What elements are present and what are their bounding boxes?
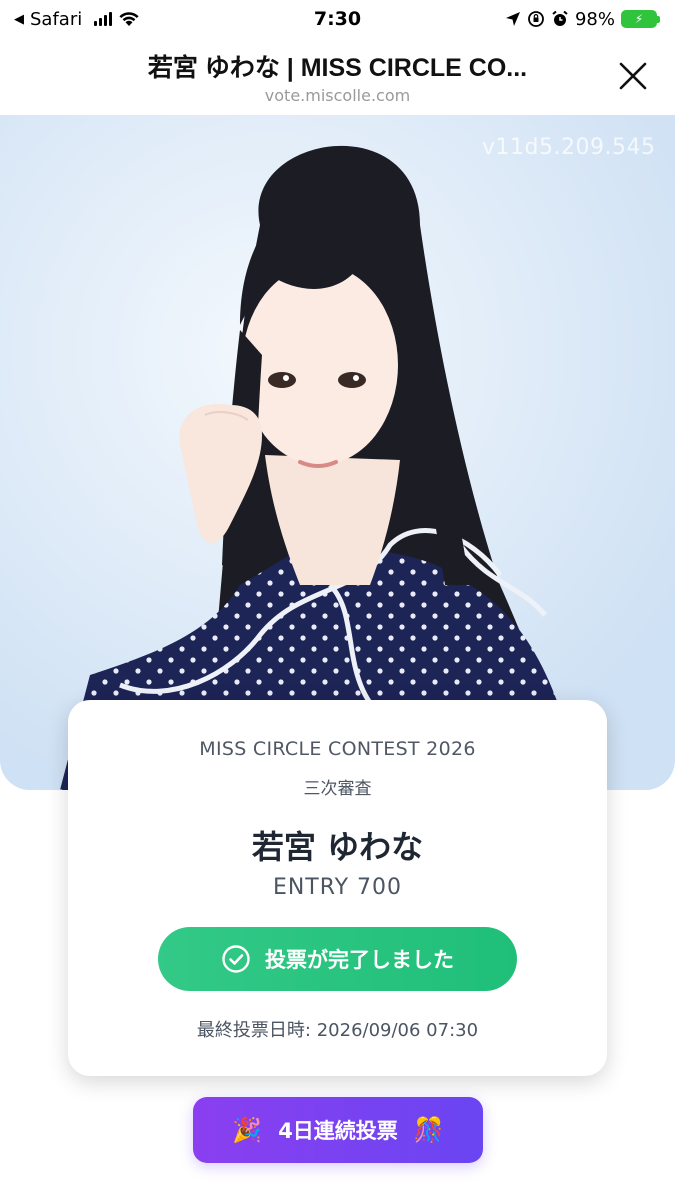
consecutive-vote-label: 4日連続投票 [278,1119,398,1143]
candidate-photo: v11d5.209.545 v11d5.209.545 [0,115,675,790]
page-url: vote.miscolle.com [264,86,411,105]
status-bar: ◀ Safari 7:30 98% ⚡ [0,0,675,38]
watermark-top: v11d5.209.545 [482,135,656,160]
location-arrow-icon [505,12,520,26]
confetti-ball-icon: 🎊 [413,1116,444,1144]
vote-completed-button[interactable]: 投票が完了しました [158,927,517,991]
alarm-icon [552,10,568,26]
candidate-info-card: MISS CIRCLE CONTEST 2026 三次審査 若宮 ゆわな ENT… [68,700,607,1076]
close-button[interactable] [617,60,649,92]
consecutive-vote-button[interactable]: 🎉 4日連続投票 🎊 [193,1097,483,1163]
back-arrow-icon: ◀ [14,11,24,27]
back-to-app[interactable]: ◀ Safari [14,9,140,30]
page-title: 若宮 ゆわな | MISS CIRCLE CO... [147,54,528,82]
wifi-icon [119,12,139,26]
last-vote-datetime: 最終投票日時: 2026/09/06 07:30 [196,1020,479,1041]
contest-name: MISS CIRCLE CONTEST 2026 [199,738,476,760]
vote-completed-label: 投票が完了しました [265,948,454,972]
entry-number: ENTRY 700 [272,875,403,900]
browser-header: 若宮 ゆわな | MISS CIRCLE CO... vote.miscolle… [0,38,675,115]
candidate-portrait-illustration [0,115,675,790]
orientation-lock-icon [528,11,544,27]
party-popper-icon: 🎉 [232,1116,263,1144]
back-app-label: Safari [30,8,83,30]
candidate-name: 若宮 ゆわな [251,828,424,866]
check-circle-icon [222,945,250,973]
cellular-signal-icon [94,12,113,26]
battery-percent: 98% [574,8,615,30]
close-icon [619,62,647,90]
screening-stage: 三次審査 [303,779,372,799]
battery-charging-icon: ⚡ [621,10,660,28]
